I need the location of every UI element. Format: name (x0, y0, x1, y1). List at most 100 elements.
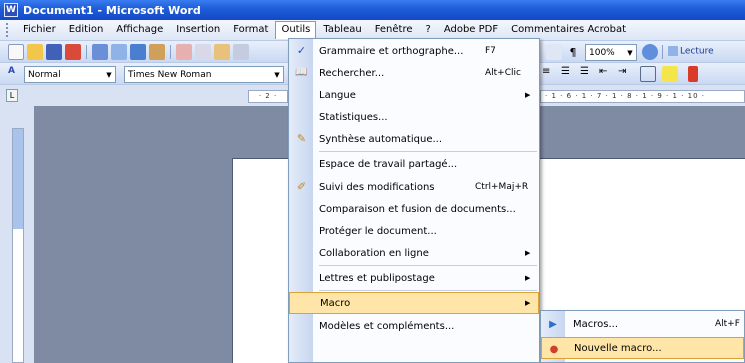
numbering-icon[interactable]: ☰ (561, 66, 577, 82)
reading-layout-button[interactable]: Lecture (668, 46, 714, 57)
menu-insertion[interactable]: Insertion (170, 21, 226, 39)
copy-icon[interactable] (195, 44, 211, 60)
borders-icon[interactable] (640, 66, 656, 82)
show-formatting-icon[interactable]: ¶ (565, 44, 581, 60)
menu-item-shared-workspace[interactable]: Espace de travail partagé... (289, 153, 539, 175)
reading-label: Lecture (680, 46, 714, 57)
menu-item-label: Langue (319, 89, 356, 101)
menu-edition[interactable]: Edition (63, 21, 110, 39)
font-value: Times New Roman (128, 69, 212, 80)
open-folder-icon[interactable] (27, 44, 43, 60)
tools-menu: ✓ Grammaire et orthographe... F7 📖 Reche… (288, 38, 540, 363)
menu-item-online-collaboration[interactable]: Collaboration en ligne ▶ (289, 242, 539, 264)
chevron-down-icon: ▼ (106, 70, 112, 79)
menu-item-shortcut: F7 (485, 46, 496, 56)
menu-item-label: Grammaire et orthographe... (319, 45, 464, 57)
menu-outils[interactable]: Outils (275, 21, 317, 39)
submenu-item-shortcut: Alt+F (715, 319, 740, 329)
submenu-item-new-macro[interactable]: ● Nouvelle macro... (541, 337, 744, 359)
reading-layout-icon (668, 46, 678, 56)
menu-item-label: Modèles et compléments... (319, 320, 455, 332)
toolbar-separator (662, 45, 663, 59)
menu-item-label: Macro (320, 297, 351, 309)
highlight-icon[interactable] (662, 66, 678, 82)
word-app-icon: W (4, 3, 18, 17)
submenu-arrow-icon: ▶ (525, 249, 531, 257)
chevron-down-icon: ▼ (627, 48, 633, 57)
menu-item-spelling[interactable]: ✓ Grammaire et orthographe... F7 (289, 40, 539, 62)
help-icon[interactable] (642, 44, 658, 60)
style-dropdown[interactable]: Normal ▼ (24, 66, 116, 83)
toolbar-separator (86, 45, 87, 59)
menu-item-shortcut: Ctrl+Maj+R (475, 182, 529, 192)
menu-item-research[interactable]: 📖 Rechercher... Alt+Clic (289, 62, 539, 84)
menu-item-track-changes[interactable]: ✐ Suivi des modifications Ctrl+Maj+R (289, 176, 539, 198)
print-preview-icon[interactable] (111, 44, 127, 60)
menu-item-statistics[interactable]: Statistiques... (289, 106, 539, 128)
menu-format[interactable]: Format (227, 21, 274, 39)
menu-item-autosummarize[interactable]: ✎ Synthèse automatique... (289, 128, 539, 150)
decrease-indent-icon[interactable]: ⇤ (599, 66, 615, 82)
menu-item-label: Rechercher... (319, 67, 385, 79)
paste-icon[interactable] (214, 44, 230, 60)
submenu-item-label: Nouvelle macro... (574, 342, 662, 354)
menu-item-label: Espace de travail partagé... (319, 158, 458, 170)
horizontal-ruler-right[interactable]: · 1 · 6 · 1 · 7 · 1 · 8 · 1 · 9 · 1 · 10… (540, 90, 745, 103)
menu-affichage[interactable]: Affichage (110, 21, 169, 39)
menubar-grip[interactable] (6, 23, 9, 37)
zoom-dropdown[interactable]: 100% ▼ (585, 44, 637, 61)
menu-item-templates-addins[interactable]: Modèles et compléments... (289, 315, 539, 337)
format-painter-icon[interactable] (233, 44, 249, 60)
spelling-icon: ✓ (296, 44, 307, 57)
tab-selector[interactable]: L (6, 89, 18, 102)
menu-item-label: Lettres et publipostage (319, 272, 435, 284)
menu-item-compare-merge[interactable]: Comparaison et fusion de documents... (289, 198, 539, 220)
menu-item-macro[interactable]: Macro ▶ (289, 292, 539, 314)
new-document-icon[interactable] (8, 44, 24, 60)
styles-pane-icon[interactable]: A (8, 66, 20, 82)
menu-bar: Fichier Edition Affichage Insertion Form… (0, 20, 745, 40)
menu-tableau[interactable]: Tableau (317, 21, 367, 39)
menu-item-label: Statistiques... (319, 111, 388, 123)
bullets-icon[interactable]: ☰ (580, 66, 596, 82)
menu-divider (319, 151, 537, 152)
title-bar: W Document1 - Microsoft Word (0, 0, 745, 20)
menu-adobe-pdf[interactable]: Adobe PDF (438, 21, 504, 39)
menu-item-language[interactable]: Langue ▶ (289, 84, 539, 106)
line-spacing-icon[interactable]: ≡ (542, 66, 558, 82)
drawing-icon[interactable] (546, 44, 562, 60)
window-title: Document1 - Microsoft Word (23, 3, 201, 17)
permission-icon[interactable] (65, 44, 81, 60)
menu-fichier[interactable]: Fichier (17, 21, 62, 39)
menu-fenetre[interactable]: Fenêtre (369, 21, 419, 39)
font-color-icon[interactable] (688, 66, 698, 82)
track-changes-icon: ✐ (296, 180, 307, 193)
menu-commentaires-acrobat[interactable]: Commentaires Acrobat (505, 21, 632, 39)
submenu-arrow-icon: ▶ (525, 91, 531, 99)
menu-divider (319, 265, 537, 266)
play-macro-icon: ▶ (549, 318, 557, 330)
menu-item-shortcut: Alt+Clic (485, 68, 521, 78)
chevron-down-icon: ▼ (274, 70, 280, 79)
submenu-arrow-icon: ▶ (525, 274, 531, 282)
save-icon[interactable] (46, 44, 62, 60)
horizontal-ruler-left[interactable]: · 2 · (248, 90, 288, 103)
increase-indent-icon[interactable]: ⇥ (618, 66, 634, 82)
menu-help[interactable]: ? (420, 21, 437, 39)
menu-item-label: Protéger le document... (319, 225, 437, 237)
research-icon: 📖 (295, 67, 308, 78)
cut-icon[interactable] (176, 44, 192, 60)
print-icon[interactable] (92, 44, 108, 60)
font-dropdown[interactable]: Times New Roman ▼ (124, 66, 284, 83)
research-toolbar-icon[interactable] (149, 44, 165, 60)
style-value: Normal (28, 69, 61, 80)
record-macro-icon: ● (549, 343, 559, 355)
vertical-ruler-bar[interactable] (12, 128, 24, 363)
spelling-toolbar-icon[interactable] (130, 44, 146, 60)
submenu-item-macros[interactable]: ▶ Macros... Alt+F (541, 313, 744, 335)
menu-item-mail-merge[interactable]: Lettres et publipostage ▶ (289, 267, 539, 289)
menu-item-label: Suivi des modifications (319, 181, 435, 193)
menu-divider (319, 290, 537, 291)
menu-item-label: Comparaison et fusion de documents... (319, 203, 516, 215)
menu-item-protect-document[interactable]: Protéger le document... (289, 220, 539, 242)
